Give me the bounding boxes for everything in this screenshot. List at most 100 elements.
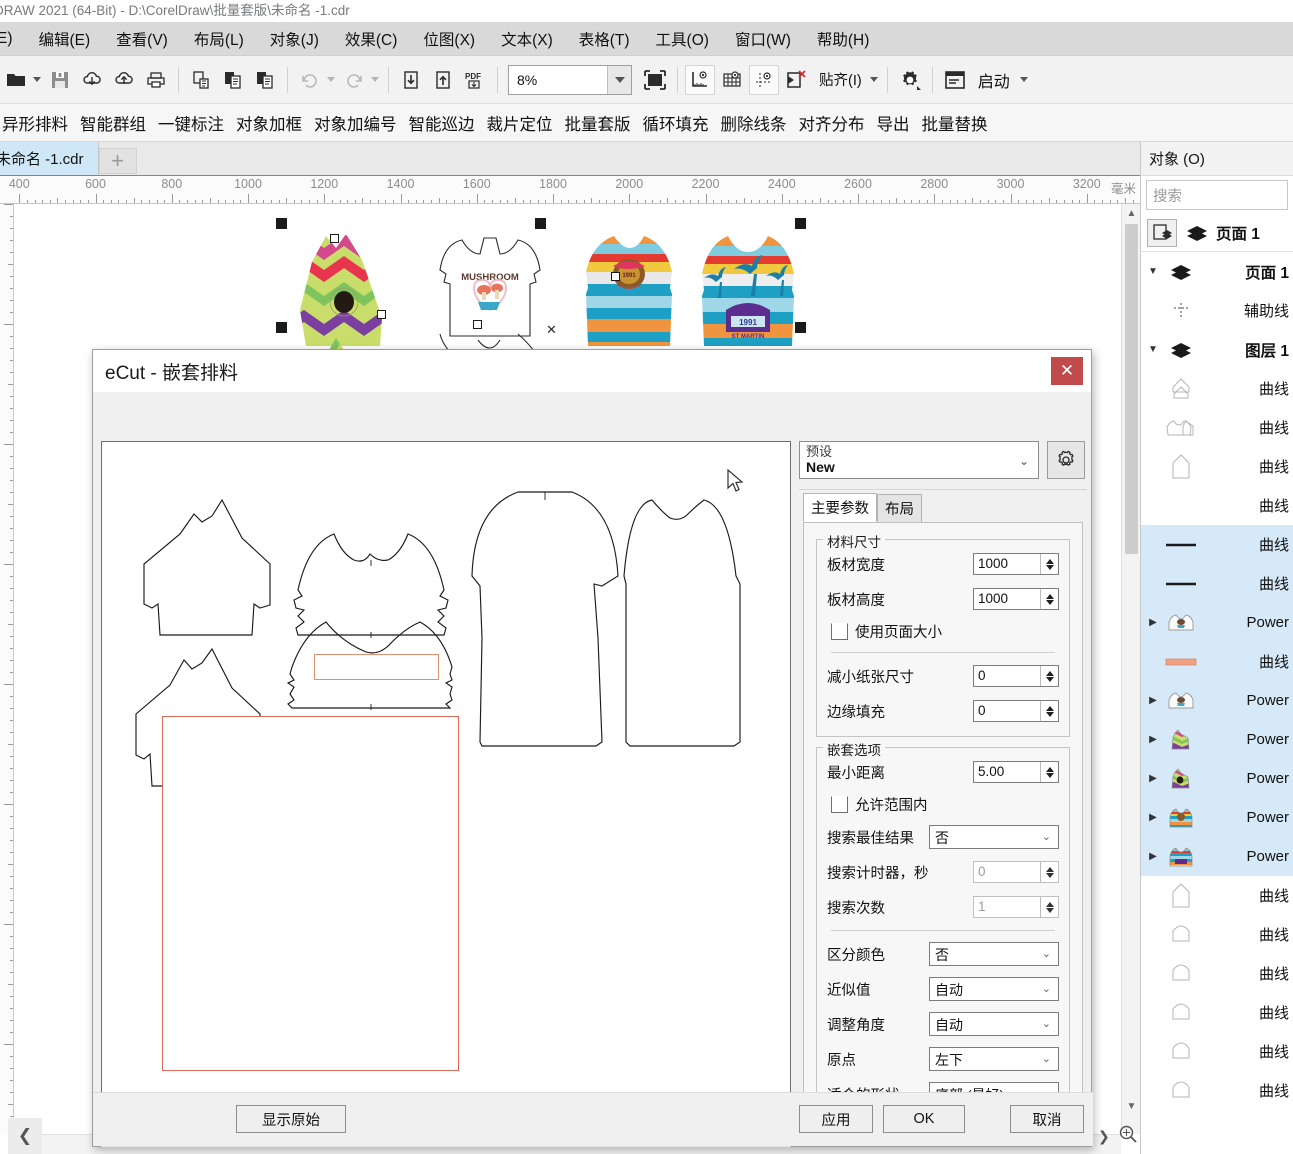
preset-combo[interactable]: 预设 New ⌄ bbox=[799, 441, 1039, 479]
export-icon[interactable] bbox=[428, 65, 458, 95]
object-tree-row[interactable]: ▼ 图层 1 bbox=[1141, 330, 1293, 369]
object-tree-row[interactable]: 曲线 bbox=[1141, 915, 1293, 954]
stepper-value[interactable]: 1000 bbox=[974, 589, 1040, 609]
stepper-down-icon[interactable] bbox=[1045, 907, 1054, 913]
plugin-button-0[interactable]: 异形排料 bbox=[0, 109, 74, 137]
guidelines-icon[interactable] bbox=[749, 64, 779, 95]
stepper-up-icon[interactable] bbox=[1045, 901, 1054, 907]
node-handle[interactable] bbox=[473, 320, 482, 329]
object-tree-row[interactable]: 曲线 bbox=[1141, 408, 1293, 447]
close-icon[interactable]: ✕ bbox=[1051, 357, 1083, 385]
show-original-button[interactable]: 显示原始 bbox=[236, 1105, 346, 1133]
menu-item-7[interactable]: 文本(X) bbox=[488, 24, 566, 54]
stepper-up-icon[interactable] bbox=[1045, 705, 1054, 711]
stepper-up-icon[interactable] bbox=[1045, 766, 1054, 772]
cut-icon[interactable] bbox=[186, 65, 216, 95]
save-icon[interactable] bbox=[45, 65, 75, 95]
stepper-up-icon[interactable] bbox=[1045, 593, 1054, 599]
numeric-stepper[interactable]: 1000 bbox=[973, 588, 1059, 610]
plugin-button-6[interactable]: 裁片定位 bbox=[481, 109, 559, 137]
dropdown-select[interactable]: 自动 ⌄ bbox=[929, 1012, 1059, 1036]
garment-artwork-stripe-crest[interactable]: 1991 bbox=[574, 232, 684, 352]
stepper-value[interactable]: 1000 bbox=[974, 554, 1040, 574]
export-cloud-icon[interactable] bbox=[109, 65, 139, 95]
stepper-buttons[interactable] bbox=[1040, 762, 1058, 782]
page-prev-button[interactable]: ❮ bbox=[8, 1118, 42, 1154]
stepper-buttons[interactable] bbox=[1040, 554, 1058, 574]
menu-item-11[interactable]: 帮助(H) bbox=[804, 24, 883, 54]
dropdown-select[interactable]: 否 ⌄ bbox=[929, 942, 1059, 966]
stepper-value[interactable]: 0 bbox=[974, 666, 1040, 686]
print-icon[interactable] bbox=[141, 65, 171, 95]
menu-item-0[interactable]: E) bbox=[0, 26, 26, 52]
object-tree-row[interactable]: 曲线 bbox=[1141, 447, 1293, 486]
numeric-stepper[interactable]: 0 bbox=[973, 700, 1059, 722]
menu-item-10[interactable]: 窗口(W) bbox=[722, 24, 804, 54]
rulers-icon[interactable] bbox=[685, 64, 715, 95]
open-dropdown-caret[interactable] bbox=[33, 77, 41, 82]
stepper-down-icon[interactable] bbox=[1045, 676, 1054, 682]
node-handle[interactable] bbox=[377, 310, 386, 319]
object-tree-row[interactable]: 辅助线 bbox=[1141, 291, 1293, 330]
dropdown-select[interactable]: 左下 ⌄ bbox=[929, 1047, 1059, 1071]
chevron-down-icon[interactable]: ⌄ bbox=[1042, 1052, 1051, 1065]
page-layers-toggle-button[interactable] bbox=[1147, 218, 1177, 247]
garment-artwork-palm[interactable]: 1991 ST MARTIN bbox=[692, 232, 804, 352]
object-tree-row[interactable]: ▶ Power bbox=[1141, 837, 1293, 876]
search-input[interactable]: 搜索 bbox=[1146, 180, 1288, 210]
sheet-boundary-rect[interactable] bbox=[162, 716, 459, 1071]
stepper-buttons[interactable] bbox=[1040, 862, 1058, 882]
chevron-right-icon[interactable]: ▶ bbox=[1145, 617, 1161, 628]
nesting-preview[interactable]: 0 x 0 mm 0 % Usage 0 % bbox=[101, 441, 791, 1154]
snap-label[interactable]: 贴齐(I) bbox=[819, 69, 862, 90]
object-tree-row[interactable]: 曲线 bbox=[1141, 525, 1293, 564]
object-tree-row[interactable]: 曲线 bbox=[1141, 1032, 1293, 1071]
document-tab[interactable]: 未命名 -1.cdr bbox=[0, 142, 99, 175]
chevron-right-icon[interactable]: ▶ bbox=[1145, 812, 1161, 823]
menu-item-2[interactable]: 查看(V) bbox=[103, 24, 181, 54]
snap-dropdown-caret[interactable] bbox=[869, 77, 878, 82]
stepper-buttons[interactable] bbox=[1040, 701, 1058, 721]
stepper-buttons[interactable] bbox=[1040, 589, 1058, 609]
plugin-button-1[interactable]: 智能群组 bbox=[74, 109, 152, 137]
object-tree-row[interactable]: 曲线 bbox=[1141, 369, 1293, 408]
grid-icon[interactable] bbox=[717, 65, 747, 95]
stepper-value[interactable]: 5.00 bbox=[974, 762, 1040, 782]
checkbox-row[interactable]: 使用页面大小 bbox=[831, 618, 1059, 644]
zoom-level-value[interactable]: 8% bbox=[509, 66, 607, 94]
node-handle[interactable] bbox=[330, 234, 339, 243]
chevron-down-icon[interactable]: ⌄ bbox=[1019, 454, 1029, 468]
selection-handle[interactable] bbox=[276, 322, 287, 333]
numeric-stepper[interactable]: 0 bbox=[973, 861, 1059, 883]
numeric-stepper[interactable]: 0 bbox=[973, 665, 1059, 687]
plugin-button-3[interactable]: 对象加框 bbox=[230, 109, 308, 137]
stepper-down-icon[interactable] bbox=[1045, 599, 1054, 605]
settings-tab-0[interactable]: 主要参数 bbox=[803, 493, 877, 522]
stepper-up-icon[interactable] bbox=[1045, 670, 1054, 676]
object-tree-row[interactable]: ▶ Power bbox=[1141, 798, 1293, 837]
menu-item-1[interactable]: 编辑(E) bbox=[26, 24, 104, 54]
stepper-value[interactable]: 0 bbox=[974, 701, 1040, 721]
open-icon[interactable] bbox=[1, 65, 31, 95]
stepper-value[interactable]: 0 bbox=[974, 862, 1040, 882]
stepper-buttons[interactable] bbox=[1040, 897, 1058, 917]
selection-handle[interactable] bbox=[795, 322, 806, 333]
menu-item-3[interactable]: 布局(L) bbox=[181, 24, 257, 54]
import-cloud-icon[interactable] bbox=[77, 65, 107, 95]
plugin-button-2[interactable]: 一键标注 bbox=[152, 109, 230, 137]
object-tree-row[interactable]: ▶ Power bbox=[1141, 681, 1293, 720]
menu-item-9[interactable]: 工具(O) bbox=[643, 24, 722, 54]
settings-tab-1[interactable]: 布局 bbox=[877, 494, 922, 522]
selection-handle[interactable] bbox=[276, 218, 287, 229]
plugin-button-9[interactable]: 删除线条 bbox=[715, 109, 793, 137]
plugin-button-10[interactable]: 对齐分布 bbox=[793, 109, 871, 137]
stepper-down-icon[interactable] bbox=[1045, 772, 1054, 778]
object-tree-row[interactable]: ▶ Power bbox=[1141, 603, 1293, 642]
stepper-value[interactable]: 1 bbox=[974, 897, 1040, 917]
numeric-stepper[interactable]: 5.00 bbox=[973, 761, 1059, 783]
menu-item-4[interactable]: 对象(J) bbox=[257, 24, 332, 54]
object-tree-row[interactable]: 曲线 bbox=[1141, 876, 1293, 915]
numeric-stepper[interactable]: 1000 bbox=[973, 553, 1059, 575]
stepper-down-icon[interactable] bbox=[1045, 564, 1054, 570]
fullscreen-icon[interactable] bbox=[640, 65, 670, 95]
